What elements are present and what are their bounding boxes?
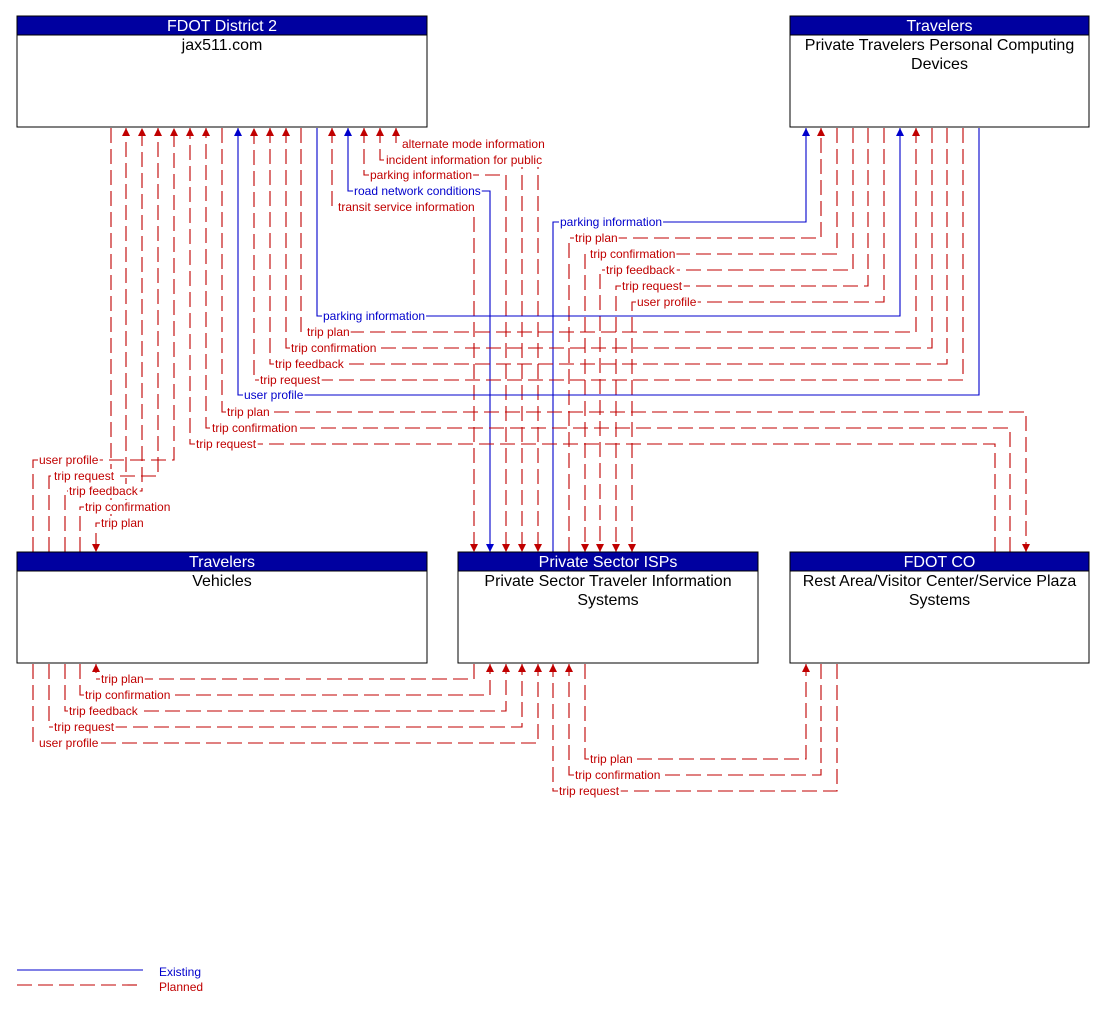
flow-line-trip-feedback [266, 128, 948, 365]
flow-label: trip plan [307, 325, 350, 339]
element-name: Devices [911, 56, 968, 73]
stakeholder-name: Travelers [906, 18, 972, 35]
flow-line-trip-request [612, 128, 869, 552]
element-name: Rest Area/Visitor Center/Service Plaza [803, 573, 1077, 590]
element-vehicles: Travelers Vehicles [16, 551, 428, 664]
flow-line-trip-plan [568, 128, 825, 552]
flow-label: trip confirmation [590, 247, 675, 261]
flow-label: trip feedback [69, 704, 139, 718]
legend-item-planned: Planned [17, 980, 203, 994]
flow-label: trip request [559, 784, 620, 798]
flow-line-trip-feedback [596, 128, 854, 552]
element-name: Systems [909, 592, 970, 609]
flow-line-trip-plan [584, 664, 810, 760]
element-name: Private Travelers Personal Computing [805, 37, 1074, 54]
flow-label: user profile [39, 453, 99, 467]
flow-label: alternate mode information [402, 137, 545, 151]
flow-label: transit service information [338, 200, 475, 214]
flow-label: road network conditions [354, 184, 481, 198]
flow-label: trip confirmation [291, 341, 376, 355]
flow-label: trip plan [101, 516, 144, 530]
element-private-travelers-personal-computing-devices: Travelers Private Travelers Personal Com… [789, 15, 1090, 128]
flow-label: trip request [54, 720, 115, 734]
element-rest-area-visitor-center-service-plaza-systems: FDOT CO Rest Area/Visitor Center/Service… [789, 551, 1090, 664]
flow-label: trip confirmation [85, 688, 170, 702]
legend: Existing Planned [17, 965, 203, 994]
stakeholder-name: FDOT District 2 [167, 18, 277, 35]
element-name: Private Sector Traveler Information [484, 573, 731, 590]
flow-label: trip request [54, 469, 115, 483]
flow-labels: alternate mode information incident info… [38, 137, 698, 798]
flow-label: trip feedback [275, 357, 345, 371]
element-name: Systems [577, 592, 638, 609]
flow-label: trip plan [575, 231, 618, 245]
flow-label: trip request [260, 373, 321, 387]
element-jax511: FDOT District 2 jax511.com [16, 15, 428, 128]
flow-line-user-profile [628, 128, 885, 552]
flow-label: trip plan [590, 752, 633, 766]
flow-label: trip confirmation [212, 421, 297, 435]
flow-label: parking information [370, 168, 472, 182]
flow-label: trip feedback [606, 263, 676, 277]
flow-label: trip request [196, 437, 257, 451]
architecture-diagram: alternate mode information incident info… [0, 0, 1103, 1010]
stakeholder-name: Private Sector ISPs [539, 554, 678, 571]
legend-item-existing: Existing [17, 965, 201, 979]
element-name: jax511.com [181, 37, 263, 54]
flow-label: parking information [560, 215, 662, 229]
legend-label-planned: Planned [159, 980, 203, 994]
flow-line-trip-request [186, 128, 996, 552]
flow-line-parking-information [552, 128, 810, 552]
flow-label: user profile [637, 295, 697, 309]
element-private-sector-traveler-information-systems: Private Sector ISPs Private Sector Trave… [457, 551, 759, 664]
legend-label-existing: Existing [159, 965, 201, 979]
stakeholder-name: FDOT CO [904, 554, 976, 571]
flow-label: trip confirmation [85, 500, 170, 514]
flow-label: trip request [622, 279, 683, 293]
flow-label: user profile [39, 736, 99, 750]
flow-line-trip-plan [92, 664, 475, 680]
flow-lines [32, 128, 1030, 792]
flow-line-trip-plan [221, 128, 1030, 552]
flow-label: trip feedback [69, 484, 139, 498]
flow-label: trip confirmation [575, 768, 660, 782]
flow-label: incident information for public [386, 153, 542, 167]
flow-label: trip plan [101, 672, 144, 686]
flow-line-trip-confirmation [202, 128, 1011, 552]
flow-line-trip-confirmation [581, 128, 838, 552]
stakeholder-name: Travelers [189, 554, 255, 571]
flow-label: user profile [244, 388, 304, 402]
flow-label: parking information [323, 309, 425, 323]
flow-label: trip plan [227, 405, 270, 419]
element-name: Vehicles [192, 573, 252, 590]
